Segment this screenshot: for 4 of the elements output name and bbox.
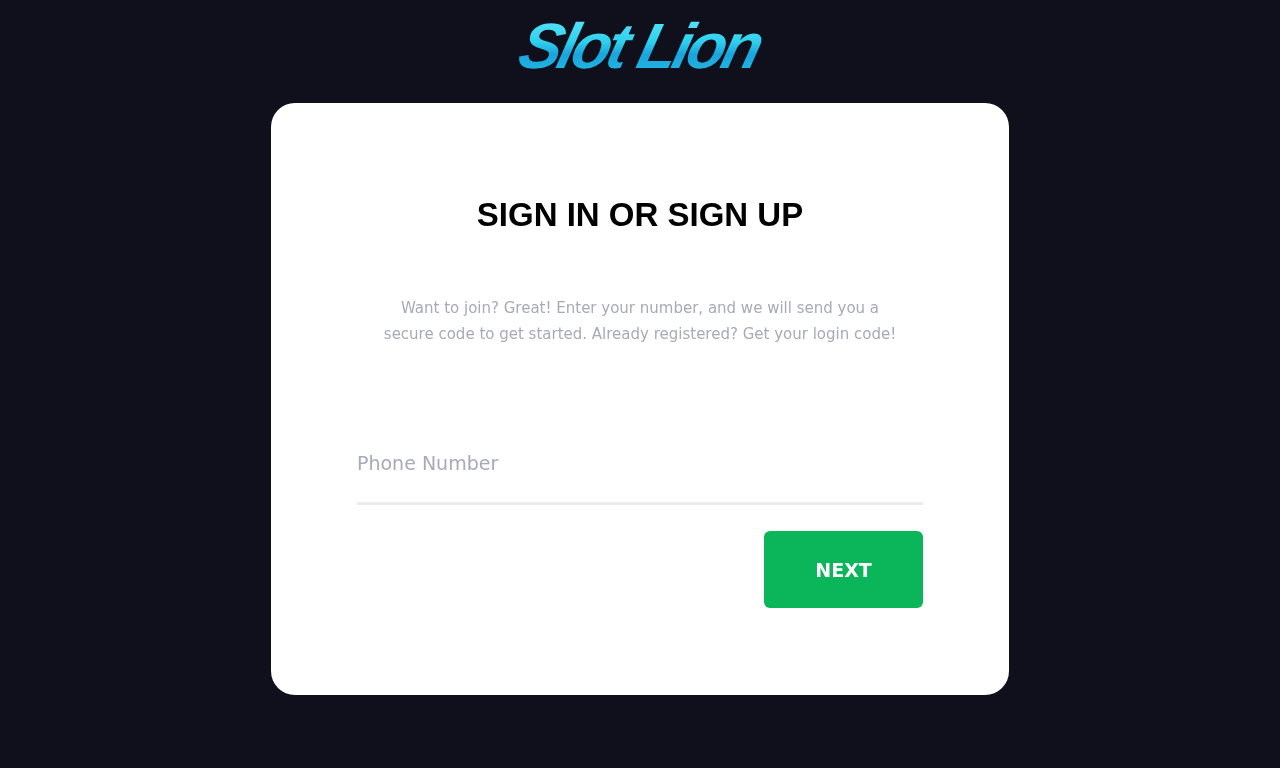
description-text: Want to join? Great! Enter your number, and we will send you a secure code to get started. Already registered? Get your login code! — [382, 298, 898, 345]
next-button[interactable]: NEXT — [764, 531, 923, 608]
phone-number-field[interactable]: Phone Number — [357, 439, 923, 505]
card-title: SIGN IN OR SIGN UP — [475, 195, 805, 235]
